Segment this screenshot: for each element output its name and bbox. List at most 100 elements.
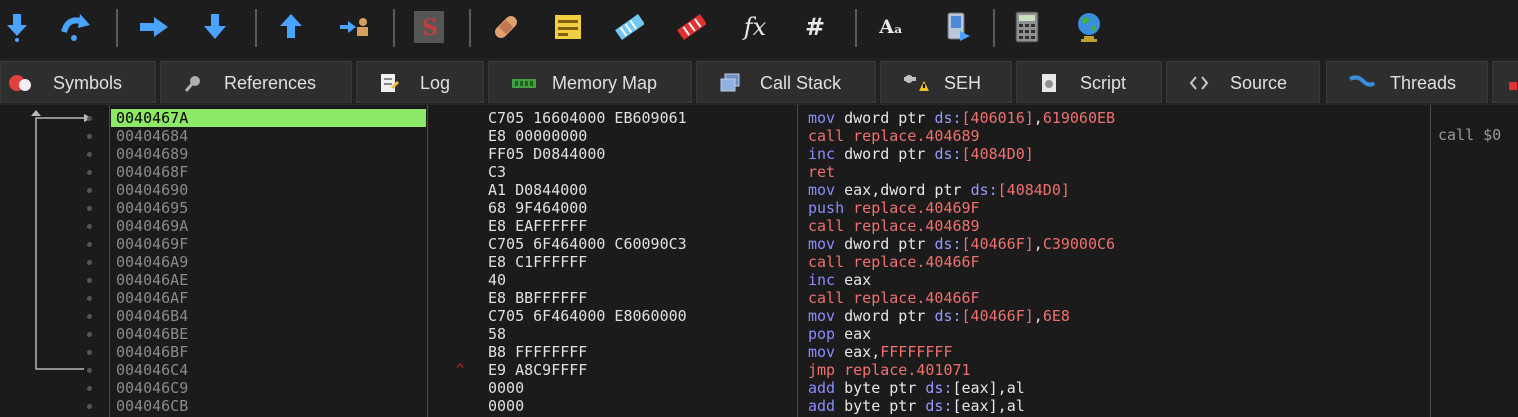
- step-into-icon[interactable]: [2, 12, 32, 42]
- address-cell: 004046AE: [116, 271, 189, 289]
- strings-icon[interactable]: Aₐ: [876, 12, 906, 42]
- tab-overflow[interactable]: [1492, 61, 1518, 103]
- breakpoint-dot[interactable]: [87, 206, 92, 211]
- instruction-row[interactable]: 004046A9 E8 C1FFFFFF call replace.40466F: [0, 253, 1518, 271]
- tab-call-stack[interactable]: Call Stack: [696, 61, 876, 103]
- disassembly-cell: call replace.40466F: [808, 253, 980, 271]
- tab-source[interactable]: Source: [1166, 61, 1320, 103]
- segment: ds:: [934, 307, 962, 325]
- disassembly-cell: push replace.40469F: [808, 199, 980, 217]
- bookmarks-icon[interactable]: [676, 12, 706, 42]
- patches-icon[interactable]: [490, 12, 520, 42]
- operand-separator: ,: [997, 397, 1007, 415]
- tab-threads[interactable]: Threads: [1326, 61, 1488, 103]
- instruction-row[interactable]: 004046C4 ^ E9 A8C9FFFF jmp replace.401071: [0, 361, 1518, 379]
- segment: ds:: [925, 397, 953, 415]
- instruction-row[interactable]: 00404684 E8 00000000 call replace.404689: [0, 127, 1518, 145]
- disassembly-view[interactable]: 0040467A C705 16604000 EB609061 mov dword …: [0, 104, 1518, 417]
- disassembly-cell: mov dword ptr ds:[40466F],6E8: [808, 307, 1070, 325]
- toolbar: S fx # Aₐ: [0, 0, 1518, 56]
- device-icon[interactable]: [942, 12, 972, 42]
- trace-into-icon[interactable]: [200, 12, 230, 42]
- disassembly-cell: mov eax,dword ptr ds:[4084D0]: [808, 181, 1070, 199]
- breakpoint-dot[interactable]: [87, 116, 92, 121]
- step-over-icon[interactable]: [60, 12, 90, 42]
- disassembly-cell: mov eax,FFFFFFFF: [808, 343, 953, 361]
- operand-register: al: [1006, 397, 1025, 415]
- operand-value: replace.401071: [844, 361, 971, 379]
- instruction-row[interactable]: 004046B4 C705 6F464000 E8060000 mov dword …: [0, 307, 1518, 325]
- operand-value: replace.40469F: [853, 199, 980, 217]
- tab-label: References: [224, 73, 317, 93]
- execute-till-return-icon[interactable]: [276, 12, 306, 42]
- tab-label: Threads: [1390, 73, 1457, 93]
- instruction-row[interactable]: 0040468F C3 ret: [0, 163, 1518, 181]
- bytes-cell: E9 A8C9FFFF: [488, 361, 588, 379]
- call-stack-icon: [719, 73, 740, 93]
- breakpoint-dot[interactable]: [87, 224, 92, 229]
- tab-script[interactable]: Script: [1016, 61, 1162, 103]
- operand-value: replace.404689: [853, 127, 980, 145]
- instruction-row[interactable]: 004046AF E8 BBFFFFFF call replace.40466F: [0, 289, 1518, 307]
- address-cell: 00404695: [116, 199, 189, 217]
- breakpoint-dot[interactable]: [87, 188, 92, 193]
- instruction-row[interactable]: 004046BF B8 FFFFFFFF mov eax,FFFFFFFF: [0, 343, 1518, 361]
- tab-symbols[interactable]: Symbols: [0, 61, 156, 103]
- run-to-user-code-icon[interactable]: [338, 12, 368, 42]
- breakpoint-dot[interactable]: [87, 350, 92, 355]
- bytes-cell: 0000: [488, 397, 525, 415]
- mnemonic: inc: [808, 271, 836, 289]
- functions-icon[interactable]: fx: [738, 12, 772, 42]
- tab-seh[interactable]: SEH: [880, 61, 1012, 103]
- breakpoint-dot[interactable]: [87, 134, 92, 139]
- operand-value: C39000C6: [1042, 235, 1116, 253]
- breakpoint-dot[interactable]: [87, 170, 92, 175]
- tab-references[interactable]: References: [160, 61, 352, 103]
- instruction-row[interactable]: 004046CB 0000 add byte ptr ds:[eax],al: [0, 397, 1518, 415]
- breakpoint-dot[interactable]: [87, 368, 92, 373]
- segment: ds:: [934, 235, 962, 253]
- operand-text: byte ptr: [844, 379, 926, 397]
- references-icon: [183, 73, 203, 93]
- instruction-row[interactable]: 00404695 68 9F464000 push replace.40469F: [0, 199, 1518, 217]
- instruction-row[interactable]: 004046C9 0000 add byte ptr ds:[eax],al: [0, 379, 1518, 397]
- tab-label: Symbols: [53, 73, 123, 93]
- instruction-row[interactable]: 004046AE 40 inc eax: [0, 271, 1518, 289]
- mnemonic: jmp: [808, 361, 836, 379]
- breakpoint-dot[interactable]: [87, 152, 92, 157]
- disassembly-cell: pop eax: [808, 325, 871, 343]
- instruction-row[interactable]: 0040467A C705 16604000 EB609061 mov dword …: [0, 109, 1518, 127]
- labels-icon[interactable]: [614, 12, 644, 42]
- calculator-icon[interactable]: [1012, 11, 1042, 43]
- mnemonic: mov: [808, 181, 836, 199]
- tab-memory-map[interactable]: Memory Map: [488, 61, 692, 103]
- instruction-row[interactable]: 00404689 FF05 D0844000 inc dword ptr ds:[4…: [0, 145, 1518, 163]
- bytes-cell: E8 C1FFFFFF: [488, 253, 588, 271]
- tab-log[interactable]: Log: [356, 61, 484, 103]
- breakpoint-dot[interactable]: [87, 278, 92, 283]
- operand-value: replace.40466F: [853, 289, 980, 307]
- breakpoint-dot[interactable]: [87, 332, 92, 337]
- disassembly-cell: ret: [808, 163, 835, 181]
- breakpoint-dot[interactable]: [87, 386, 92, 391]
- instruction-row[interactable]: 00404690 A1 D0844000 mov eax,dword ptr ds:…: [0, 181, 1518, 199]
- tab-label: Source: [1230, 73, 1288, 93]
- web-globe-icon[interactable]: [1074, 12, 1104, 42]
- disassembly-cell: mov dword ptr ds:[406016],619060EB: [808, 109, 1115, 127]
- mnemonic: ret: [808, 163, 836, 181]
- instruction-row[interactable]: 0040469A E8 EAFFFFFF call replace.404689: [0, 217, 1518, 235]
- operand-address: [4084D0]: [961, 145, 1034, 163]
- breakpoint-dot[interactable]: [87, 242, 92, 247]
- run-to-selection-icon[interactable]: [138, 12, 168, 42]
- variables-icon[interactable]: #: [800, 12, 830, 42]
- breakpoint-dot[interactable]: [87, 404, 92, 409]
- scylla-icon[interactable]: S: [414, 11, 444, 43]
- disassembly-cell: inc eax: [808, 271, 871, 289]
- instruction-row[interactable]: 0040469F C705 6F464000 C60090C3 mov dword …: [0, 235, 1518, 253]
- instruction-row[interactable]: 004046BE 58 pop eax: [0, 325, 1518, 343]
- comments-icon[interactable]: [552, 12, 582, 42]
- breakpoint-dot[interactable]: [87, 260, 92, 265]
- operand-address: [4084D0]: [997, 181, 1070, 199]
- breakpoint-dot[interactable]: [87, 314, 92, 319]
- breakpoint-dot[interactable]: [87, 296, 92, 301]
